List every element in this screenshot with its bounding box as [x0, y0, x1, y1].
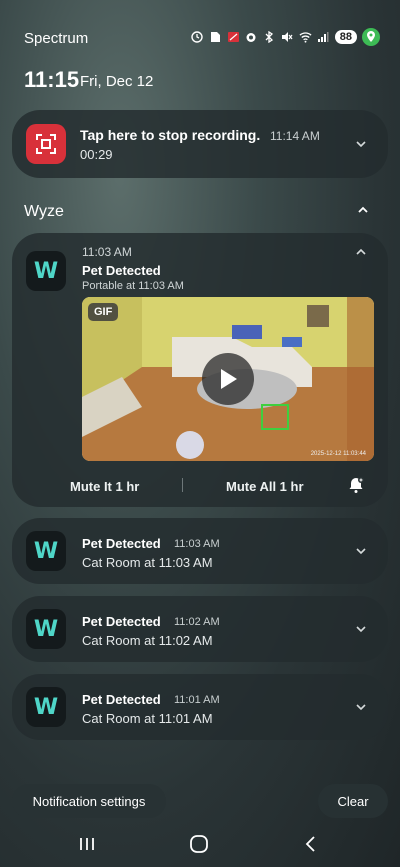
wifi-icon	[299, 31, 312, 44]
camera-snapshot[interactable]: GIF 2025-12-12 11:03:44	[82, 297, 374, 461]
notification-subtitle: Cat Room at 11:03 AM	[82, 555, 213, 570]
notification-time: 11:01 AM	[174, 694, 220, 706]
wyze-notification[interactable]: W Pet Detected 11:01 AM Cat Room at 11:0…	[12, 674, 388, 740]
wyze-expanded-notification[interactable]: W 11:03 AM Pet Detected Portable at 11:0…	[12, 233, 388, 507]
home-icon[interactable]	[184, 834, 214, 854]
location-icon	[362, 28, 380, 46]
clock-date: Fri, Dec 12	[80, 73, 154, 90]
notification-title: Pet Detected	[82, 536, 161, 551]
notification-time: 11:02 AM	[174, 616, 220, 628]
sim-icon	[209, 31, 222, 44]
signal-icon	[317, 31, 330, 44]
recording-title: Tap here to stop recording.	[80, 127, 261, 143]
battery-icon: 88	[334, 30, 357, 44]
status-bar: Spectrum 88	[0, 0, 400, 60]
chevron-down-icon[interactable]	[354, 544, 368, 558]
recents-icon[interactable]	[72, 834, 102, 854]
back-icon[interactable]	[296, 834, 326, 854]
chevron-down-icon[interactable]	[354, 700, 368, 714]
wyze-app-icon: W	[26, 251, 66, 291]
clock-time: 11:15	[24, 67, 80, 92]
gif-badge: GIF	[88, 303, 119, 321]
chevron-up-icon[interactable]	[356, 203, 370, 222]
mute-all-button[interactable]: Mute All 1 hr	[226, 479, 304, 494]
recording-notification[interactable]: Tap here to stop recording. 11:14 AM 00:…	[12, 110, 388, 178]
status-icons: 88	[191, 28, 380, 46]
notification-settings-button[interactable]: Notification settings	[12, 784, 166, 818]
notification-subtitle: Cat Room at 11:01 AM	[82, 711, 213, 726]
screen-record-icon	[26, 124, 66, 164]
wyze-notification[interactable]: W Pet Detected 11:03 AM Cat Room at 11:0…	[12, 518, 388, 584]
cast-icon	[227, 31, 240, 44]
navigation-bar	[0, 822, 400, 867]
notification-time: 11:03 AM	[174, 538, 220, 550]
bell-snooze-icon[interactable]	[344, 473, 368, 497]
recording-time: 11:14 AM	[270, 129, 320, 143]
chevron-down-icon[interactable]	[354, 622, 368, 636]
chevron-down-icon[interactable]	[354, 137, 368, 151]
notification-title: Pet Detected	[82, 263, 161, 278]
notification-subtitle: Portable at 11:03 AM	[82, 280, 184, 292]
video-timestamp: 2025-12-12 11:03:44	[310, 451, 366, 457]
bluetooth-icon	[263, 31, 276, 44]
wyze-app-icon: W	[26, 531, 66, 571]
mute-it-button[interactable]: Mute It 1 hr	[70, 479, 139, 494]
section-title-wyze: Wyze	[24, 203, 64, 220]
recording-elapsed: 00:29	[80, 147, 113, 162]
carrier-name: Spectrum	[24, 30, 89, 47]
wyze-app-icon: W	[26, 609, 66, 649]
notification-time: 11:03 AM	[82, 245, 132, 259]
mute-icon	[281, 31, 294, 44]
notification-title: Pet Detected	[82, 692, 161, 707]
alarm-clock-icon	[245, 31, 258, 44]
notification-title: Pet Detected	[82, 614, 161, 629]
alarm-icon	[191, 31, 204, 44]
notification-subtitle: Cat Room at 11:02 AM	[82, 633, 213, 648]
clear-button[interactable]: Clear	[318, 784, 388, 818]
wyze-app-icon: W	[26, 687, 66, 727]
action-divider	[182, 478, 183, 492]
play-icon[interactable]	[202, 353, 254, 405]
chevron-up-icon[interactable]	[354, 245, 368, 259]
wyze-notification[interactable]: W Pet Detected 11:02 AM Cat Room at 11:0…	[12, 596, 388, 662]
